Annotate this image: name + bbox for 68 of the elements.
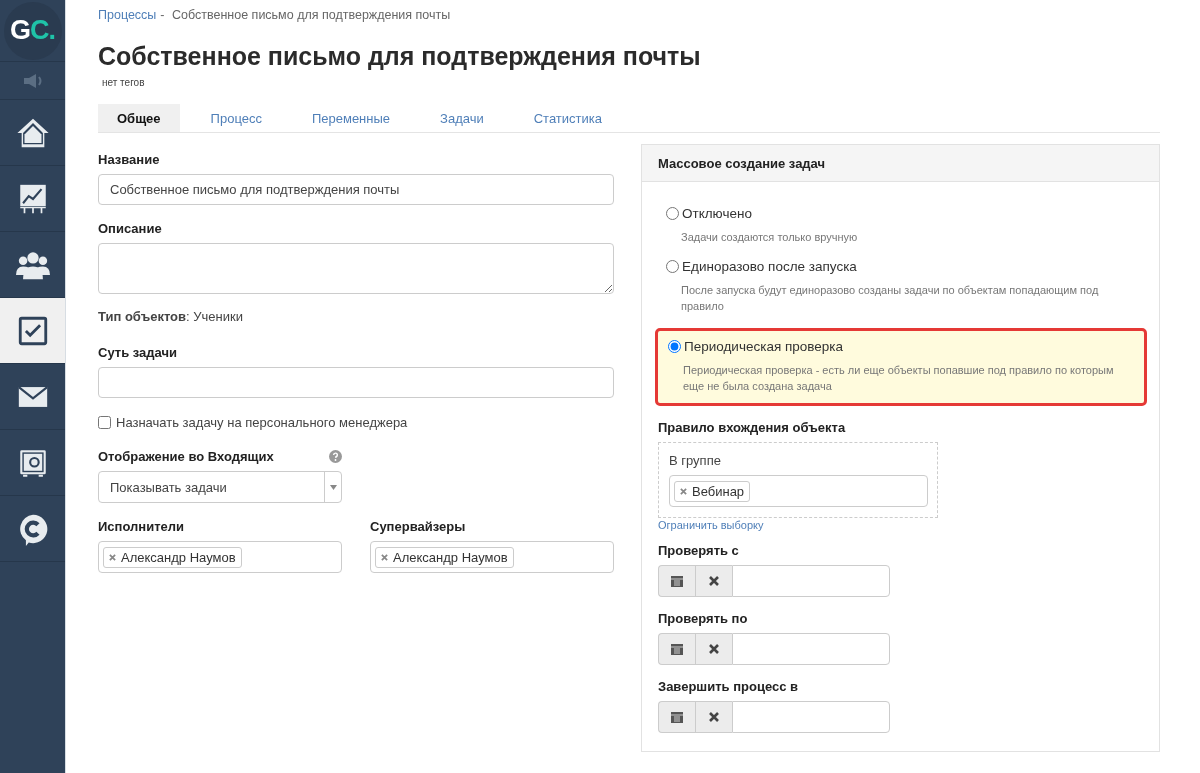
speaker-icon xyxy=(21,72,44,89)
caret-icon xyxy=(329,484,337,490)
breadcrumb-current: Собственное письмо для подтверждения почты xyxy=(171,8,451,22)
remove-icon[interactable] xyxy=(109,553,116,561)
task-essence-field[interactable] xyxy=(98,367,614,398)
close-icon xyxy=(709,712,719,722)
tab[interactable]: Общее xyxy=(98,104,180,132)
tag-input-field[interactable]: Вебинар xyxy=(669,475,928,507)
radio-button[interactable] xyxy=(668,340,681,353)
field-label: Супервайзеры xyxy=(370,519,467,534)
radio-button[interactable] xyxy=(666,207,679,220)
field-label: Завершить процесс в xyxy=(658,679,799,694)
remove-icon[interactable] xyxy=(381,553,388,561)
radio-label: Отключено xyxy=(682,206,752,221)
inbox-display-select[interactable]: Показывать задачи xyxy=(98,471,342,503)
field-label: Исполнители xyxy=(98,519,185,534)
option-hint: Задачи создаются только вручную xyxy=(681,230,859,245)
logo[interactable]: GC. xyxy=(3,1,62,60)
radio-label: Периодическая проверка xyxy=(684,339,844,354)
calendar-icon xyxy=(671,711,683,723)
checkbox[interactable] xyxy=(98,416,111,429)
date-input-field[interactable] xyxy=(732,565,890,597)
field-label: Описание xyxy=(98,221,163,236)
radio-label: Единоразово после запуска xyxy=(682,259,857,274)
limit-selection-link[interactable]: Ограничить выборку xyxy=(658,519,1147,531)
tab[interactable]: Процесс xyxy=(191,104,281,132)
clear-button[interactable] xyxy=(695,701,732,733)
panel-title: Массовое создание задач xyxy=(642,145,1159,182)
help-icon[interactable] xyxy=(329,450,342,463)
description-field[interactable] xyxy=(98,243,614,294)
tab[interactable]: Задачи xyxy=(421,104,503,132)
close-icon xyxy=(709,576,719,586)
object-type-text: Тип объектов: Ученики xyxy=(98,309,244,324)
field-label: Отображение во Входящих xyxy=(98,449,274,464)
option-hint: Периодическая проверка - есть ли еще объекты попавшие под правило по которым еще не была создана задача xyxy=(683,363,1115,394)
tag-input-field[interactable]: Александр Наумов xyxy=(98,541,342,573)
field-label: Суть задачи xyxy=(98,345,178,360)
checkbox-label: Назначать задачу на персонального менеджера xyxy=(116,415,408,430)
calendar-button[interactable] xyxy=(658,633,695,665)
tag-input-field[interactable]: Александр Наумов xyxy=(370,541,614,573)
tag-label: Александр Наумов xyxy=(121,549,236,565)
clear-button[interactable] xyxy=(695,565,732,597)
close-icon xyxy=(709,644,719,654)
date-input-field[interactable] xyxy=(732,633,890,665)
breadcrumb-link[interactable]: Процессы xyxy=(98,8,157,22)
sidebar-item[interactable] xyxy=(0,298,65,364)
tab[interactable]: Статистика xyxy=(514,104,621,132)
clear-button[interactable] xyxy=(695,633,732,665)
tab[interactable]: Переменные xyxy=(292,104,410,132)
tag-label: Вебинар xyxy=(692,483,745,499)
calendar-button[interactable] xyxy=(658,565,695,597)
condition-label: В группе xyxy=(669,453,722,468)
field-label: Название xyxy=(98,152,161,167)
field-label: Проверять с xyxy=(658,543,740,558)
date-input-field[interactable] xyxy=(732,701,890,733)
field-label: Проверять по xyxy=(658,611,749,626)
tags-text: нет тегов xyxy=(101,77,146,88)
remove-icon[interactable] xyxy=(680,487,687,495)
name-field[interactable]: Собственное письмо для подтверждения почты xyxy=(98,174,614,205)
field-label: Правило вхождения объекта xyxy=(658,420,847,435)
radio-button[interactable] xyxy=(666,260,679,273)
calendar-icon xyxy=(671,575,683,587)
tag-label: Александр Наумов xyxy=(393,549,508,565)
page-title: Собственное письмо для подтверждения почты xyxy=(98,42,702,71)
breadcrumb-separator: - xyxy=(160,8,165,22)
calendar-button[interactable] xyxy=(658,701,695,733)
option-hint: После запуска будут единоразово созданы задачи по объектам попадающим под правило xyxy=(681,283,1100,314)
calendar-icon xyxy=(671,643,683,655)
